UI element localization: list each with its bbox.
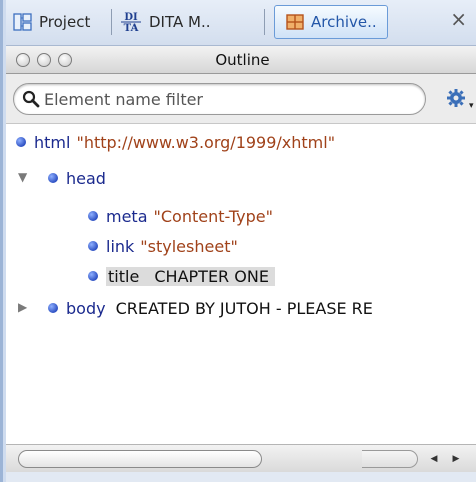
tab-dita-map[interactable]: DI TA DITA M..	[119, 5, 210, 39]
scrollbar-track-end	[362, 450, 418, 468]
tree-node-title[interactable]: title CHAPTER ONE	[88, 264, 275, 288]
gear-menu-button[interactable]: ▾	[446, 88, 474, 114]
window-titlebar: Outline	[6, 46, 476, 74]
node-tag: html	[34, 132, 71, 152]
arrow-right-icon: ▶	[452, 454, 460, 464]
svg-text:TA: TA	[124, 23, 139, 33]
outline-tree[interactable]: html "http://www.w3.org/1999/xhtml" ▼ he…	[6, 124, 476, 444]
element-node-icon	[88, 271, 98, 281]
horizontal-scrollbar[interactable]: ◀ ▶	[6, 444, 476, 472]
collapse-triangle-icon[interactable]: ▶	[18, 300, 27, 314]
element-node-icon	[16, 137, 26, 147]
tab-separator	[111, 9, 112, 35]
tree-node-meta[interactable]: meta "Content-Type"	[88, 204, 273, 228]
node-attribute: "Content-Type"	[153, 206, 273, 226]
scroll-right-button[interactable]: ▶	[446, 450, 466, 468]
outline-panel-frame: Project DI TA DITA M.. Archive.. × Outli…	[0, 0, 476, 482]
node-attribute: "stylesheet"	[140, 236, 238, 256]
close-icon[interactable]: ×	[450, 7, 467, 31]
tree-node-body[interactable]: body CREATED BY JUTOH - PLEASE RE	[48, 296, 373, 320]
bottom-border	[6, 472, 476, 482]
tree-node-head[interactable]: head	[48, 166, 112, 190]
node-tag: title	[108, 266, 140, 286]
node-tag: head	[66, 168, 106, 188]
archive-icon	[285, 12, 305, 32]
element-filter-field[interactable]	[13, 83, 426, 115]
node-tag: body	[66, 298, 106, 318]
window-title: Outline	[215, 51, 270, 69]
tree-node-html[interactable]: html "http://www.w3.org/1999/xhtml"	[16, 130, 335, 154]
element-node-icon	[88, 241, 98, 251]
arrow-left-icon: ◀	[430, 454, 438, 464]
scroll-left-button[interactable]: ◀	[424, 450, 444, 468]
scrollbar-thumb[interactable]	[18, 450, 262, 468]
element-node-icon	[48, 303, 58, 313]
element-filter-input[interactable]	[44, 89, 404, 109]
tab-archive-label: Archive..	[311, 13, 377, 31]
tab-separator	[264, 9, 265, 35]
node-tag: link	[106, 236, 135, 256]
search-icon	[22, 90, 40, 108]
project-icon	[13, 12, 33, 32]
node-tag: meta	[106, 206, 148, 226]
tab-dita-map-label: DITA M..	[149, 13, 211, 31]
chevron-down-icon: ▾	[469, 101, 474, 111]
tab-project[interactable]: Project	[13, 5, 90, 39]
tab-archive[interactable]: Archive..	[274, 5, 388, 39]
element-node-icon	[48, 173, 58, 183]
filter-toolbar: ▾	[6, 74, 476, 124]
selected-node-highlight: title CHAPTER ONE	[106, 266, 275, 286]
tab-project-label: Project	[39, 13, 91, 31]
node-attribute: "http://www.w3.org/1999/xhtml"	[76, 132, 336, 152]
node-text: CREATED BY JUTOH - PLEASE RE	[115, 298, 373, 318]
expand-triangle-icon[interactable]: ▼	[18, 170, 27, 184]
dita-icon: DI TA	[119, 11, 143, 33]
svg-text:DI: DI	[124, 12, 138, 23]
node-text: CHAPTER ONE	[154, 266, 269, 286]
tree-node-link[interactable]: link "stylesheet"	[88, 234, 238, 258]
tab-strip: Project DI TA DITA M.. Archive.. ×	[6, 0, 476, 46]
element-node-icon	[88, 211, 98, 221]
gear-icon	[446, 88, 468, 114]
